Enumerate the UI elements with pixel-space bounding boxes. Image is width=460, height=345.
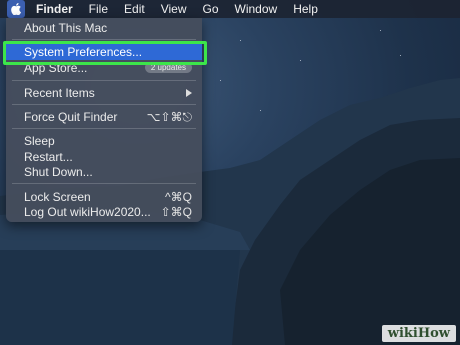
lock-screen-label: Lock Screen [24,190,91,204]
force-quit-shortcut: ⌥⇧⌘⎋ [146,110,192,124]
recent-items-label: Recent Items [24,86,95,100]
restart-label: Restart... [24,150,73,164]
menu-item-recent-items[interactable]: Recent Items [6,85,202,101]
shut-down-label: Shut Down... [24,165,93,179]
menu-item-about-this-mac[interactable]: About This Mac [6,20,202,36]
menu-help[interactable]: Help [285,0,326,18]
about-label: About This Mac [24,21,108,35]
highlight-annotation-box [3,41,207,65]
menu-item-sleep[interactable]: Sleep [6,133,202,149]
separator [12,183,196,184]
separator [12,128,196,129]
menu-item-shut-down[interactable]: Shut Down... [6,164,202,180]
menu-bar: Finder File Edit View Go Window Help [0,0,460,18]
log-out-shortcut: ⇧⌘Q [160,205,192,219]
lock-screen-shortcut: ^⌘Q [165,190,192,204]
log-out-label: Log Out wikiHow2020... [24,205,151,219]
menu-file[interactable]: File [81,0,116,18]
menu-item-force-quit[interactable]: Force Quit Finder ⌥⇧⌘⎋ [6,109,202,125]
menu-item-log-out[interactable]: Log Out wikiHow2020... ⇧⌘Q [6,204,202,220]
menu-view[interactable]: View [153,0,195,18]
menu-item-lock-screen[interactable]: Lock Screen ^⌘Q [6,189,202,205]
separator [12,39,196,40]
menu-window[interactable]: Window [227,0,286,18]
force-quit-label: Force Quit Finder [24,110,118,124]
menu-finder[interactable]: Finder [28,0,81,18]
menu-go[interactable]: Go [195,0,227,18]
wikihow-watermark: wikiHow [381,325,456,342]
separator [12,104,196,105]
submenu-arrow-icon [186,89,192,97]
menu-item-restart[interactable]: Restart... [6,149,202,165]
separator [12,80,196,81]
apple-icon[interactable] [7,0,25,18]
sleep-label: Sleep [24,134,55,148]
menu-edit[interactable]: Edit [116,0,153,18]
